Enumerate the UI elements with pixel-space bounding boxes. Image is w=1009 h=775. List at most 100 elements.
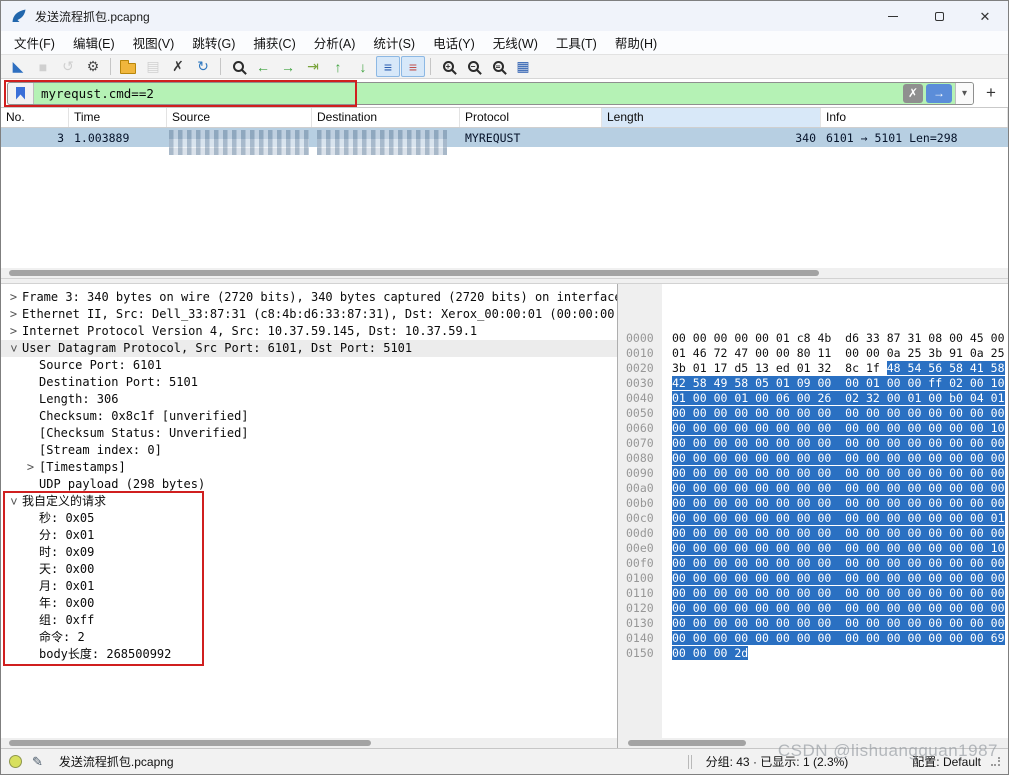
detail-row-2[interactable]: >Internet Protocol Version 4, Src: 10.37… bbox=[1, 323, 617, 340]
hex-bytes[interactable]: 00 00 00 00 00 00 00 00 00 00 00 00 00 0… bbox=[672, 496, 1005, 510]
hex-row-0020[interactable]: 00203b 01 17 d5 13 ed 01 32 8c 1f 48 54 … bbox=[618, 361, 1008, 376]
maximize-button[interactable] bbox=[916, 1, 962, 31]
detail-row-4[interactable]: Source Port: 6101 bbox=[1, 357, 617, 374]
hex-bytes[interactable]: 00 00 00 00 00 00 00 00 00 00 00 00 00 0… bbox=[672, 451, 1005, 465]
detail-row-11[interactable]: UDP payload (298 bytes) bbox=[1, 476, 617, 493]
hex-bytes[interactable]: 00 00 00 00 00 00 00 00 00 00 00 00 00 0… bbox=[672, 601, 1005, 615]
detail-row-17[interactable]: 月: 0x01 bbox=[1, 578, 617, 595]
detail-row-18[interactable]: 年: 0x00 bbox=[1, 595, 617, 612]
hex-bytes[interactable]: 42 58 49 58 05 01 09 00 00 01 00 00 ff 0… bbox=[672, 376, 1005, 390]
expand-arrow-icon[interactable]: > bbox=[22, 459, 39, 476]
detail-row-1[interactable]: >Ethernet II, Src: Dell_33:87:31 (c8:4b:… bbox=[1, 306, 617, 323]
colorize-packets-icon[interactable]: ≡ bbox=[401, 56, 425, 77]
hex-bytes[interactable]: 00 00 00 00 00 00 00 00 00 00 00 00 00 0… bbox=[672, 616, 1005, 630]
column-header-source[interactable]: Source bbox=[167, 108, 312, 127]
detail-row-15[interactable]: 时: 0x09 bbox=[1, 544, 617, 561]
detail-row-13[interactable]: 秒: 0x05 bbox=[1, 510, 617, 527]
scrollbar-thumb[interactable] bbox=[628, 740, 746, 746]
hex-hscrollbar[interactable] bbox=[618, 738, 1008, 748]
resize-columns-icon[interactable]: ▦ bbox=[511, 56, 535, 77]
menu-item-w[interactable]: 无线(W) bbox=[484, 30, 547, 55]
hex-bytes[interactable]: 00 00 00 00 00 00 00 00 00 00 00 00 00 0… bbox=[672, 586, 1005, 600]
expand-arrow-icon[interactable]: > bbox=[5, 323, 22, 340]
hex-row-00a0[interactable]: 00a000 00 00 00 00 00 00 00 00 00 00 00 … bbox=[618, 481, 1008, 496]
column-header-protocol[interactable]: Protocol bbox=[460, 108, 602, 127]
hex-row-0080[interactable]: 008000 00 00 00 00 00 00 00 00 00 00 00 … bbox=[618, 451, 1008, 466]
resize-grip[interactable] bbox=[991, 757, 1000, 766]
detail-row-12[interactable]: >我自定义的请求 bbox=[1, 493, 617, 510]
go-forward-icon[interactable]: → bbox=[276, 56, 300, 77]
find-packet-icon[interactable] bbox=[226, 56, 250, 77]
filter-bookmark-button[interactable] bbox=[8, 83, 34, 104]
detail-row-14[interactable]: 分: 0x01 bbox=[1, 527, 617, 544]
hex-row-0150[interactable]: 015000 00 00 2d bbox=[618, 646, 1008, 661]
close-button[interactable]: ✕ bbox=[962, 1, 1008, 31]
go-first-packet-icon[interactable]: ↑ bbox=[326, 56, 350, 77]
close-file-icon[interactable]: ✗ bbox=[166, 56, 190, 77]
zoom-out-icon[interactable]: − bbox=[461, 56, 485, 77]
hex-bytes[interactable]: 00 00 00 00 00 00 00 00 00 00 00 00 00 0… bbox=[672, 526, 1005, 540]
column-header-time[interactable]: Time bbox=[69, 108, 167, 127]
collapse-arrow-icon[interactable]: > bbox=[5, 340, 22, 357]
hex-bytes[interactable]: 00 00 00 00 00 00 00 00 00 00 00 00 00 0… bbox=[672, 511, 1005, 525]
hex-row-00d0[interactable]: 00d000 00 00 00 00 00 00 00 00 00 00 00 … bbox=[618, 526, 1008, 541]
hex-bytes[interactable]: 01 46 72 47 00 00 80 11 00 00 0a 25 3b 9… bbox=[672, 346, 1005, 360]
hex-row-0070[interactable]: 007000 00 00 00 00 00 00 00 00 00 00 00 … bbox=[618, 436, 1008, 451]
filter-clear-button[interactable]: ✗ bbox=[903, 84, 923, 103]
hex-row-0090[interactable]: 009000 00 00 00 00 00 00 00 00 00 00 00 … bbox=[618, 466, 1008, 481]
hex-bytes[interactable]: 00 00 00 00 00 00 00 00 00 00 00 00 00 0… bbox=[672, 436, 1005, 450]
filter-expression[interactable]: myrequst.cmd==2 bbox=[34, 86, 903, 101]
hex-row-0060[interactable]: 006000 00 00 00 00 00 00 00 00 00 00 00 … bbox=[618, 421, 1008, 436]
menu-item-g[interactable]: 跳转(G) bbox=[183, 30, 244, 55]
hex-bytes[interactable]: 00 00 00 00 00 00 00 00 00 00 00 00 00 0… bbox=[672, 466, 1005, 480]
reload-file-icon[interactable]: ↻ bbox=[191, 56, 215, 77]
display-filter-input[interactable]: myrequst.cmd==2 ✗ → ▾ bbox=[7, 82, 974, 105]
detail-row-3[interactable]: >User Datagram Protocol, Src Port: 6101,… bbox=[1, 340, 617, 357]
column-header-info[interactable]: Info bbox=[821, 108, 1008, 127]
details-hscrollbar[interactable] bbox=[1, 738, 617, 748]
filter-history-dropdown[interactable]: ▾ bbox=[955, 83, 973, 104]
hex-bytes[interactable]: 01 00 00 01 00 06 00 26 02 32 00 01 00 b… bbox=[672, 391, 1005, 405]
filter-apply-button[interactable]: → bbox=[926, 84, 952, 103]
hex-row-00e0[interactable]: 00e000 00 00 00 00 00 00 00 00 00 00 00 … bbox=[618, 541, 1008, 556]
hex-bytes[interactable]: 00 00 00 00 00 00 00 00 00 00 00 00 00 0… bbox=[672, 571, 1005, 585]
detail-row-10[interactable]: >[Timestamps] bbox=[1, 459, 617, 476]
go-last-packet-icon[interactable]: ↓ bbox=[351, 56, 375, 77]
hex-row-00f0[interactable]: 00f000 00 00 00 00 00 00 00 00 00 00 00 … bbox=[618, 556, 1008, 571]
auto-scroll-icon[interactable]: ≡ bbox=[376, 56, 400, 77]
scrollbar-thumb[interactable] bbox=[9, 270, 819, 276]
packet-row-3[interactable]: 31.003889MYREQUST3406101 → 5101 Len=298 bbox=[1, 128, 1008, 147]
hex-row-0130[interactable]: 013000 00 00 00 00 00 00 00 00 00 00 00 … bbox=[618, 616, 1008, 631]
go-back-icon[interactable]: ← bbox=[251, 56, 275, 77]
minimize-button[interactable] bbox=[870, 1, 916, 31]
go-to-packet-icon[interactable]: ⇥ bbox=[301, 56, 325, 77]
restart-capture-icon[interactable]: ↺ bbox=[56, 56, 80, 77]
packet-list-hscrollbar[interactable] bbox=[1, 268, 1008, 278]
menu-item-c[interactable]: 捕获(C) bbox=[244, 30, 304, 55]
collapse-arrow-icon[interactable]: > bbox=[5, 493, 22, 510]
menu-item-a[interactable]: 分析(A) bbox=[305, 30, 365, 55]
zoom-in-icon[interactable]: + bbox=[436, 56, 460, 77]
hex-row-00c0[interactable]: 00c000 00 00 00 00 00 00 00 00 00 00 00 … bbox=[618, 511, 1008, 526]
hex-bytes[interactable]: 00 00 00 00 00 00 00 00 00 00 00 00 00 0… bbox=[672, 406, 1005, 420]
hex-bytes[interactable]: 00 00 00 00 00 00 00 00 00 00 00 00 00 0… bbox=[672, 556, 1005, 570]
hex-row-0140[interactable]: 014000 00 00 00 00 00 00 00 00 00 00 00 … bbox=[618, 631, 1008, 646]
hex-bytes[interactable]: 00 00 00 2d bbox=[672, 646, 748, 660]
status-profile[interactable]: 配置: Default bbox=[912, 753, 981, 770]
menu-item-v[interactable]: 视图(V) bbox=[124, 30, 184, 55]
hex-row-00b0[interactable]: 00b000 00 00 00 00 00 00 00 00 00 00 00 … bbox=[618, 496, 1008, 511]
hex-row-0050[interactable]: 005000 00 00 00 00 00 00 00 00 00 00 00 … bbox=[618, 406, 1008, 421]
expand-arrow-icon[interactable]: > bbox=[5, 289, 22, 306]
menu-item-y[interactable]: 电话(Y) bbox=[424, 30, 484, 55]
hex-bytes[interactable]: 00 00 00 00 00 01 c8 4b d6 33 87 31 08 0… bbox=[672, 331, 1005, 345]
detail-row-16[interactable]: 天: 0x00 bbox=[1, 561, 617, 578]
detail-row-7[interactable]: Checksum: 0x8c1f [unverified] bbox=[1, 408, 617, 425]
capture-options-icon[interactable]: ⚙ bbox=[81, 56, 105, 77]
detail-row-8[interactable]: [Checksum Status: Unverified] bbox=[1, 425, 617, 442]
column-header-destination[interactable]: Destination bbox=[312, 108, 460, 127]
detail-row-20[interactable]: 命令: 2 bbox=[1, 629, 617, 646]
menu-item-e[interactable]: 编辑(E) bbox=[64, 30, 124, 55]
hex-row-0030[interactable]: 003042 58 49 58 05 01 09 00 00 01 00 00 … bbox=[618, 376, 1008, 391]
detail-row-0[interactable]: >Frame 3: 340 bytes on wire (2720 bits),… bbox=[1, 289, 617, 306]
detail-row-21[interactable]: body长度: 268500992 bbox=[1, 646, 617, 663]
